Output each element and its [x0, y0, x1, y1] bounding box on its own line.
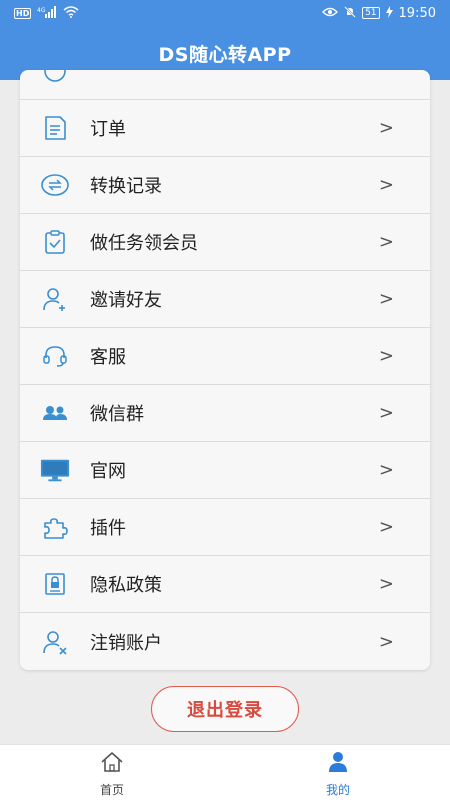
partial-icon	[40, 70, 70, 86]
status-left: HD 4G	[14, 6, 79, 20]
convert-record-icon	[40, 170, 70, 200]
menu-item-task[interactable]: 做任务领会员 >	[20, 214, 430, 271]
group-icon	[40, 398, 70, 428]
menu-item-delete-account[interactable]: 注销账户 >	[20, 613, 430, 670]
chevron-right-icon: >	[378, 174, 394, 196]
chevron-right-icon: >	[378, 516, 394, 538]
menu-item-label: 转换记录	[90, 176, 162, 197]
privacy-icon	[40, 569, 70, 599]
wifi-icon	[63, 6, 79, 20]
headset-icon	[40, 341, 70, 371]
menu-item-label: 隐私政策	[90, 575, 162, 596]
bottom-nav: 首页 我的	[0, 744, 450, 800]
menu-item-label: 邀请好友	[90, 290, 162, 311]
battery-icon: 51	[362, 7, 380, 19]
menu-item-official-site[interactable]: 官网 >	[20, 442, 430, 499]
menu-item-customer-service[interactable]: 客服 >	[20, 328, 430, 385]
chevron-right-icon: >	[378, 402, 394, 424]
page-title: DS随心转APP	[158, 43, 292, 66]
svg-text:4G: 4G	[37, 7, 46, 14]
chevron-right-icon: >	[378, 288, 394, 310]
mute-bell-icon	[344, 6, 356, 20]
puzzle-icon	[40, 512, 70, 542]
tab-home[interactable]: 首页	[72, 751, 152, 798]
chevron-right-icon: >	[378, 459, 394, 481]
hd-indicator: HD	[14, 7, 32, 19]
monitor-icon	[40, 455, 70, 485]
delete-account-icon	[40, 627, 70, 657]
chevron-right-icon: >	[378, 117, 394, 139]
chevron-right-icon: >	[378, 345, 394, 367]
signal-icon: 4G	[37, 6, 57, 20]
chevron-right-icon: >	[378, 573, 394, 595]
status-right: 51 19:50	[322, 6, 436, 21]
menu-item-privacy[interactable]: 隐私政策 >	[20, 556, 430, 613]
menu-card: 订单 > 转换记录 > 做任务领会员 > 邀请好友 > 客服 > 微信群 > 官…	[20, 70, 430, 670]
home-icon	[99, 751, 125, 777]
menu-item-wechat-group[interactable]: 微信群 >	[20, 385, 430, 442]
user-icon	[327, 751, 349, 777]
status-bar: HD 4G 51 19:50	[0, 0, 450, 26]
charging-icon	[385, 6, 393, 20]
tab-mine-label: 我的	[325, 783, 350, 797]
eye-icon	[322, 7, 338, 19]
menu-item-plugin[interactable]: 插件 >	[20, 499, 430, 556]
menu-item-label: 官网	[90, 461, 126, 482]
chevron-right-icon: >	[378, 231, 394, 253]
order-icon	[40, 113, 70, 143]
menu-item-label: 做任务领会员	[90, 233, 198, 254]
menu-item-order[interactable]: 订单 >	[20, 100, 430, 157]
menu-item-partial[interactable]	[20, 70, 430, 100]
chevron-right-icon: >	[378, 631, 394, 652]
tab-home-label: 首页	[99, 783, 124, 797]
logout-button[interactable]: 退出登录	[151, 686, 299, 732]
menu-item-invite-friend[interactable]: 邀请好友 >	[20, 271, 430, 328]
menu-item-label: 客服	[90, 347, 126, 368]
invite-friend-icon	[40, 284, 70, 314]
task-icon	[40, 227, 70, 257]
tab-mine[interactable]: 我的	[298, 751, 378, 798]
menu-item-label: 订单	[90, 119, 126, 140]
menu-item-label: 插件	[90, 518, 126, 539]
clock: 19:50	[398, 5, 436, 21]
menu-item-label: 微信群	[90, 404, 144, 425]
menu-item-convert-record[interactable]: 转换记录 >	[20, 157, 430, 214]
menu-item-label: 注销账户	[90, 632, 162, 654]
